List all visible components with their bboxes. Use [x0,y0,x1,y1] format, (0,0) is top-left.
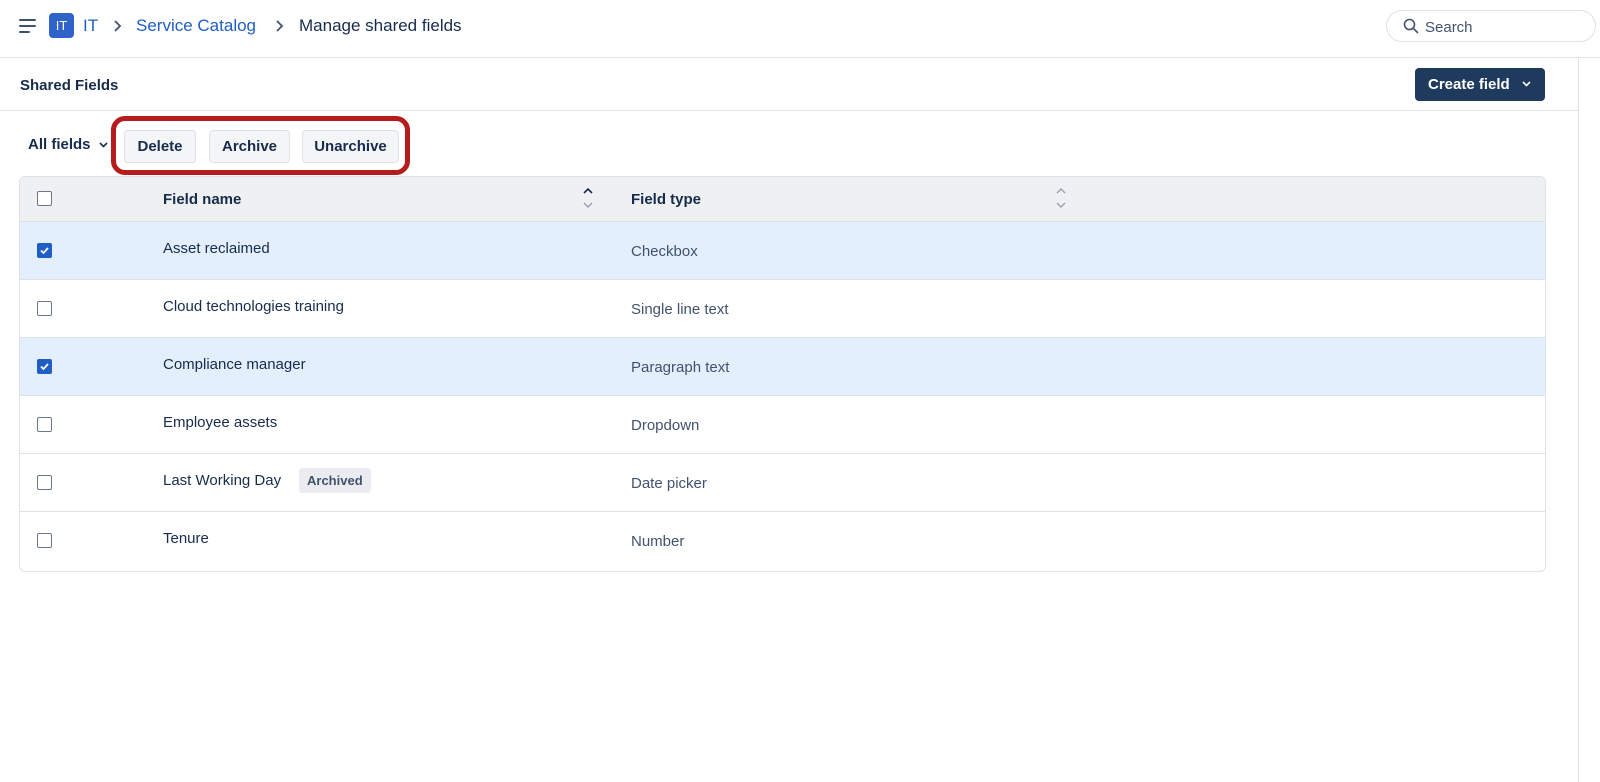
row-checkbox[interactable] [37,243,52,258]
archived-badge: Archived [299,468,371,493]
search-input[interactable] [1423,15,1587,39]
field-type: Dropdown [631,417,700,434]
search-box[interactable] [1386,10,1596,42]
side-panel-rail [1578,59,1600,782]
chevron-down-icon [99,142,108,148]
row-checkbox[interactable] [37,417,52,432]
hamburger-menu-icon[interactable] [18,17,38,35]
search-icon [1403,18,1419,34]
checkmark-icon [40,363,49,371]
top-bar: IT IT Service Catalog Manage shared fiel… [0,0,1600,58]
chevron-right-icon [276,20,284,32]
table-row[interactable]: Compliance manager Paragraph text [20,337,1545,396]
field-name[interactable]: Employee assets [163,414,277,431]
breadcrumb-service-catalog[interactable]: Service Catalog [136,16,256,36]
field-name[interactable]: Last Working Day [163,472,281,489]
field-type: Number [631,533,685,550]
row-checkbox[interactable] [37,359,52,374]
row-checkbox[interactable] [37,475,52,490]
table-row[interactable]: Asset reclaimed Checkbox [20,221,1545,280]
page-header: Shared Fields Create field [0,59,1578,111]
create-field-button[interactable]: Create field [1415,68,1545,101]
field-name[interactable]: Cloud technologies training [163,298,344,315]
field-name[interactable]: Asset reclaimed [163,240,270,257]
field-type: Checkbox [631,243,698,260]
project-avatar[interactable]: IT [49,13,74,38]
checkmark-icon [40,247,49,255]
field-type: Single line text [631,301,729,318]
archive-button[interactable]: Archive [209,130,290,163]
field-type: Paragraph text [631,359,730,376]
create-field-label: Create field [1428,76,1510,93]
chevron-right-icon [114,20,122,32]
sort-icon[interactable] [1056,186,1066,210]
unarchive-button[interactable]: Unarchive [302,130,399,163]
sort-icon[interactable] [583,186,593,210]
shared-fields-table: Field name Field type Asset reclaimed Ch… [19,176,1546,572]
column-header-field-type: Field type [631,191,702,208]
table-row[interactable]: Tenure Number [20,511,1545,570]
table-header: Field name Field type [20,177,1545,221]
field-type: Date picker [631,475,707,492]
table-row[interactable]: Last Working Day Archived Date picker [20,453,1545,512]
row-checkbox[interactable] [37,533,52,548]
page-title: Shared Fields [20,77,119,94]
field-name[interactable]: Tenure [163,530,209,547]
chevron-down-icon [1522,81,1531,87]
table-row[interactable]: Cloud technologies training Single line … [20,279,1545,338]
breadcrumb-it[interactable]: IT [83,16,98,36]
row-checkbox[interactable] [37,301,52,316]
breadcrumb-current-page: Manage shared fields [299,16,462,35]
table-row[interactable]: Employee assets Dropdown [20,395,1545,454]
field-name[interactable]: Compliance manager [163,356,306,373]
select-all-checkbox[interactable] [37,191,52,206]
column-header-field-name: Field name [163,191,242,208]
all-fields-filter[interactable]: All fields [28,136,108,153]
filter-label: All fields [28,136,91,153]
delete-button[interactable]: Delete [124,130,196,163]
